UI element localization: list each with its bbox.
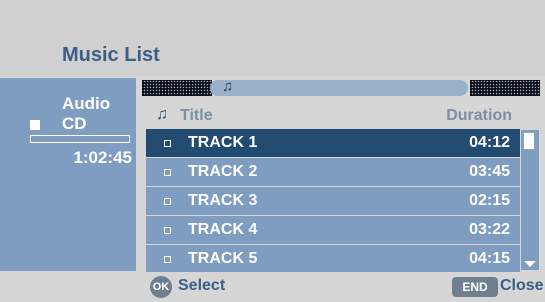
track-duration: 04:12: [469, 134, 510, 151]
column-header: ♫ Title Duration: [148, 106, 522, 128]
page-title: Music List: [62, 44, 160, 66]
track-list-scrollbar[interactable]: [521, 130, 539, 270]
checkbox-icon[interactable]: [164, 227, 171, 234]
track-name: TRACK 4: [188, 221, 258, 238]
ok-key-icon[interactable]: OK: [150, 276, 172, 298]
track-row[interactable]: TRACK 1 04:12: [146, 129, 520, 157]
music-list-screen: Music List Audio CD 1:02:45 ♫ ♫ Title Du…: [0, 0, 545, 302]
track-row[interactable]: TRACK 5 04:15: [146, 245, 520, 273]
track-row[interactable]: TRACK 2 03:45: [146, 158, 520, 186]
source-label: Audio CD: [62, 94, 111, 133]
close-label: Close: [500, 277, 544, 294]
track-duration: 03:45: [469, 163, 510, 180]
track-name: TRACK 5: [188, 250, 258, 267]
select-label: Select: [178, 277, 226, 294]
list-top-bar: ♫: [140, 78, 542, 100]
header-bar: Music List: [0, 0, 545, 76]
track-row[interactable]: TRACK 3 02:15: [146, 187, 520, 215]
music-note-icon: ♫: [222, 78, 234, 95]
dotted-pattern-right: [470, 80, 540, 96]
track-duration: 03:22: [469, 221, 510, 238]
checkbox-icon[interactable]: [164, 198, 171, 205]
end-key-icon[interactable]: END: [452, 277, 498, 297]
checkbox-icon[interactable]: [164, 140, 171, 147]
checkbox-icon[interactable]: [164, 169, 171, 176]
stop-icon: [30, 120, 40, 130]
track-list: TRACK 1 04:12 TRACK 2 03:45 TRACK 3 02:1…: [146, 129, 520, 274]
track-name: TRACK 2: [188, 163, 258, 180]
playback-progress-bar: [30, 135, 130, 143]
music-note-icon: ♫: [156, 106, 168, 123]
dotted-pattern-left: [142, 80, 212, 96]
scrollbar-thumb[interactable]: [523, 132, 535, 150]
list-type-bar: ♫: [210, 78, 468, 96]
scroll-down-icon[interactable]: [524, 261, 536, 267]
track-duration: 02:15: [469, 192, 510, 209]
source-panel: Audio CD 1:02:45: [0, 78, 136, 271]
track-name: TRACK 3: [188, 192, 258, 209]
checkbox-icon[interactable]: [164, 256, 171, 263]
column-title: Title: [180, 107, 213, 124]
column-duration: Duration: [446, 107, 512, 124]
track-duration: 04:15: [469, 250, 510, 267]
total-time: 1:02:45: [73, 148, 132, 167]
footer-bar: OK Select END Close: [0, 272, 545, 302]
track-row[interactable]: TRACK 4 03:22: [146, 216, 520, 244]
track-name: TRACK 1: [188, 134, 258, 151]
